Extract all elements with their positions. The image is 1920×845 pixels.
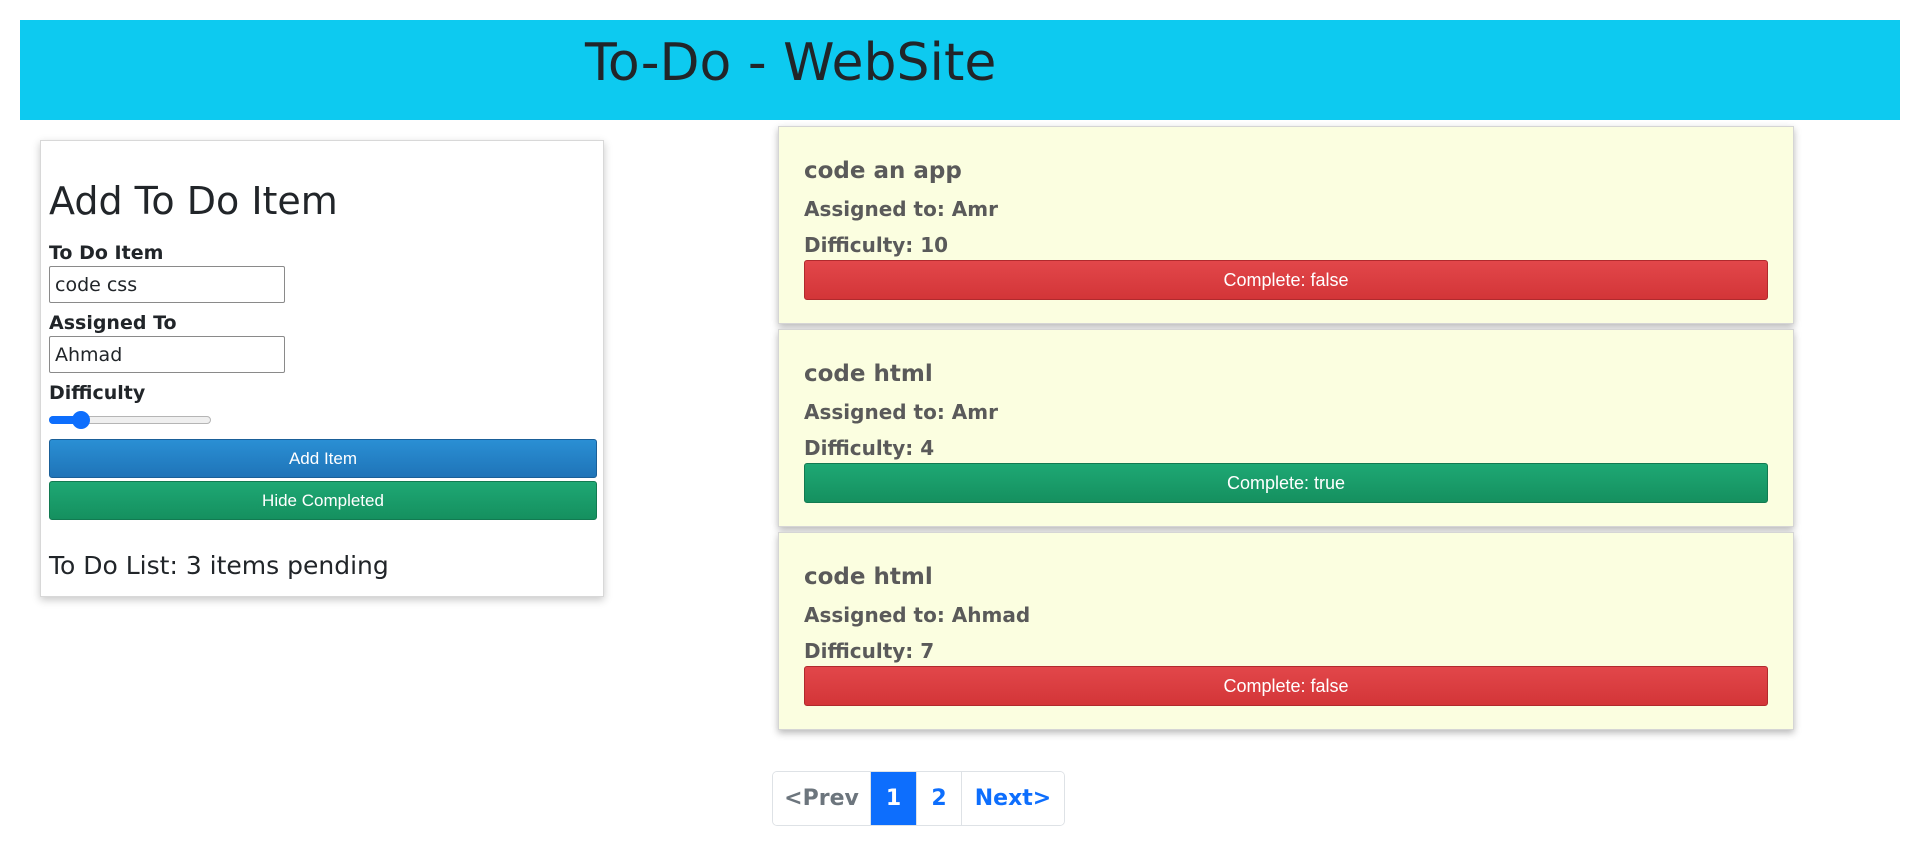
assigned-to-label: Assigned To [49, 312, 177, 334]
todo-title: code html [804, 564, 933, 590]
pagination: <Prev 1 2 Next> [772, 771, 1065, 826]
todo-card: code an app Assigned to: Amr Difficulty:… [778, 126, 1794, 324]
assigned-to-input[interactable] [49, 336, 285, 373]
todo-title: code an app [804, 158, 962, 184]
todo-item-input[interactable] [49, 266, 285, 303]
slider-thumb[interactable] [72, 411, 90, 429]
pending-count: To Do List: 3 items pending [49, 551, 389, 580]
todo-assignee: Assigned to: Amr [804, 400, 998, 424]
todo-difficulty: Difficulty: 4 [804, 436, 935, 460]
add-item-button[interactable]: Add Item [49, 439, 597, 478]
difficulty-slider[interactable] [49, 411, 211, 429]
todo-difficulty: Difficulty: 10 [804, 233, 949, 257]
toggle-complete-button[interactable]: Complete: false [804, 260, 1768, 300]
page-2-button[interactable]: 2 [917, 772, 962, 825]
todo-difficulty: Difficulty: 7 [804, 639, 935, 663]
todo-card: code html Assigned to: Ahmad Difficulty:… [778, 532, 1794, 730]
todo-item-label: To Do Item [49, 242, 164, 264]
todo-assignee: Assigned to: Amr [804, 197, 998, 221]
next-page-button[interactable]: Next> [962, 772, 1064, 825]
todo-title: code html [804, 361, 933, 387]
site-title: To-Do - WebSite [585, 33, 997, 93]
hide-completed-button[interactable]: Hide Completed [49, 481, 597, 520]
page-1-button[interactable]: 1 [871, 772, 917, 825]
add-item-form: Add To Do Item To Do Item Assigned To Di… [40, 140, 604, 597]
difficulty-label: Difficulty [49, 382, 146, 404]
form-title: Add To Do Item [49, 179, 338, 223]
todo-card: code html Assigned to: Amr Difficulty: 4… [778, 329, 1794, 527]
page-header: To-Do - WebSite [20, 20, 1900, 120]
prev-page-button[interactable]: <Prev [773, 772, 871, 825]
todo-assignee: Assigned to: Ahmad [804, 603, 1031, 627]
toggle-complete-button[interactable]: Complete: true [804, 463, 1768, 503]
toggle-complete-button[interactable]: Complete: false [804, 666, 1768, 706]
